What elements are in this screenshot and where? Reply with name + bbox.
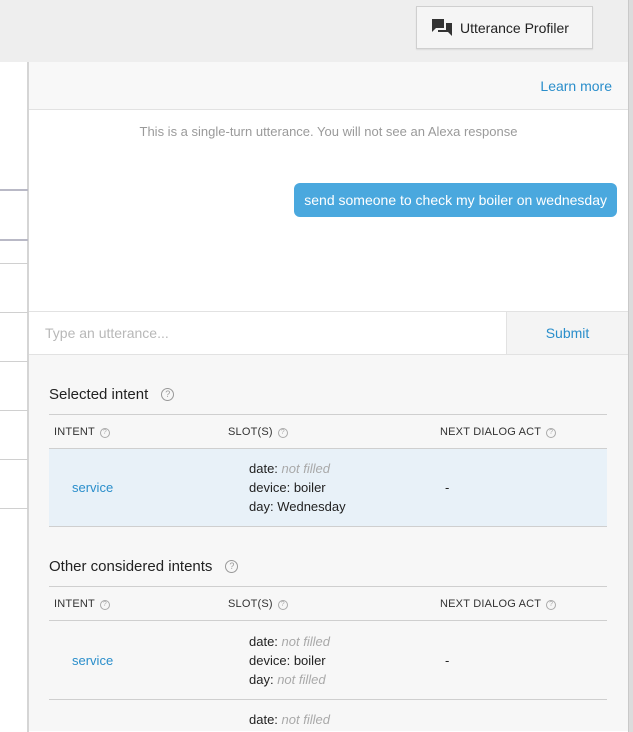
table-header: INTENT? SLOT(S)? NEXT DIALOG ACT? [49,414,607,449]
divider [0,410,28,411]
header-slots: SLOT(S)? [228,598,440,610]
utterance-input[interactable] [29,312,507,354]
table-header: INTENT? SLOT(S)? NEXT DIALOG ACT? [49,586,607,621]
other-intents-table: INTENT? SLOT(S)? NEXT DIALOG ACT? servic… [49,586,607,731]
divider [0,263,28,264]
submit-button[interactable]: Submit [507,312,628,354]
top-bar: Utterance Profiler [0,0,633,62]
slots-cell: date: not filled device: boiler day: Wed… [249,459,445,516]
chat-area: This is a single-turn utterance. You wil… [29,110,628,311]
chat-bubbles-icon [431,18,453,38]
other-intents-title: Other considered intents [49,557,213,575]
slots-cell: date: not filled [249,710,445,729]
divider [0,508,28,509]
header-slots: SLOT(S)? [228,426,440,438]
utterance-profiler-drawer: Learn more This is a single-turn utteran… [28,62,628,732]
help-icon[interactable]: ? [99,427,110,438]
next-dialog-act: - [445,480,450,495]
drawer-header: Learn more [29,62,628,110]
help-icon[interactable]: ? [99,599,110,610]
selected-intent-heading: Selected intent ? [49,381,608,407]
help-icon[interactable]: ? [225,559,239,573]
help-icon[interactable]: ? [546,427,557,438]
help-icon[interactable]: ? [277,599,288,610]
utterance-input-row: Submit [29,311,628,355]
divider [0,361,28,362]
header-intent: INTENT? [49,426,228,438]
slots-cell: date: not filled device: boiler day: not… [249,632,445,689]
next-dialog-act: - [445,652,450,668]
slot-line: date: not filled [249,633,330,649]
user-utterance-bubble: send someone to check my boiler on wedne… [294,183,617,217]
slot-line: day: Wednesday [249,499,346,514]
selected-intent-table: INTENT? SLOT(S)? NEXT DIALOG ACT? servic… [49,414,607,527]
utterance-profiler-label: Utterance Profiler [460,19,569,36]
single-turn-note: This is a single-turn utterance. You wil… [139,124,518,139]
results-panel: Selected intent ? INTENT? SLOT(S)? NEXT … [29,355,628,731]
divider [0,239,28,241]
table-row[interactable]: service date: not filled device: boiler … [49,449,607,527]
table-row[interactable]: date: not filled [49,700,607,731]
other-intents-heading: Other considered intents ? [49,553,608,579]
help-icon[interactable]: ? [546,599,557,610]
divider [0,459,28,460]
left-panel [0,62,28,732]
slot-line: device: boiler [249,652,326,668]
help-icon[interactable]: ? [277,427,288,438]
intent-name[interactable]: service [49,480,249,495]
header-next-dialog-act: NEXT DIALOG ACT? [440,598,607,610]
header-next-dialog-act: NEXT DIALOG ACT? [440,426,607,438]
utterance-profiler-button[interactable]: Utterance Profiler [416,6,593,49]
intent-name[interactable]: service [49,653,249,668]
slot-line: date: not filled [249,461,330,476]
slot-line: day: not filled [249,671,326,687]
divider [0,312,28,313]
selected-intent-title: Selected intent [49,385,149,403]
drawer-edge [628,0,633,732]
learn-more-link[interactable]: Learn more [540,78,612,94]
slot-line: date: not filled [249,712,330,727]
header-intent: INTENT? [49,598,228,610]
table-row[interactable]: service date: not filled device: boiler … [49,621,607,700]
slot-line: device: boiler [249,480,326,495]
divider [0,189,28,191]
help-icon[interactable]: ? [161,387,175,401]
